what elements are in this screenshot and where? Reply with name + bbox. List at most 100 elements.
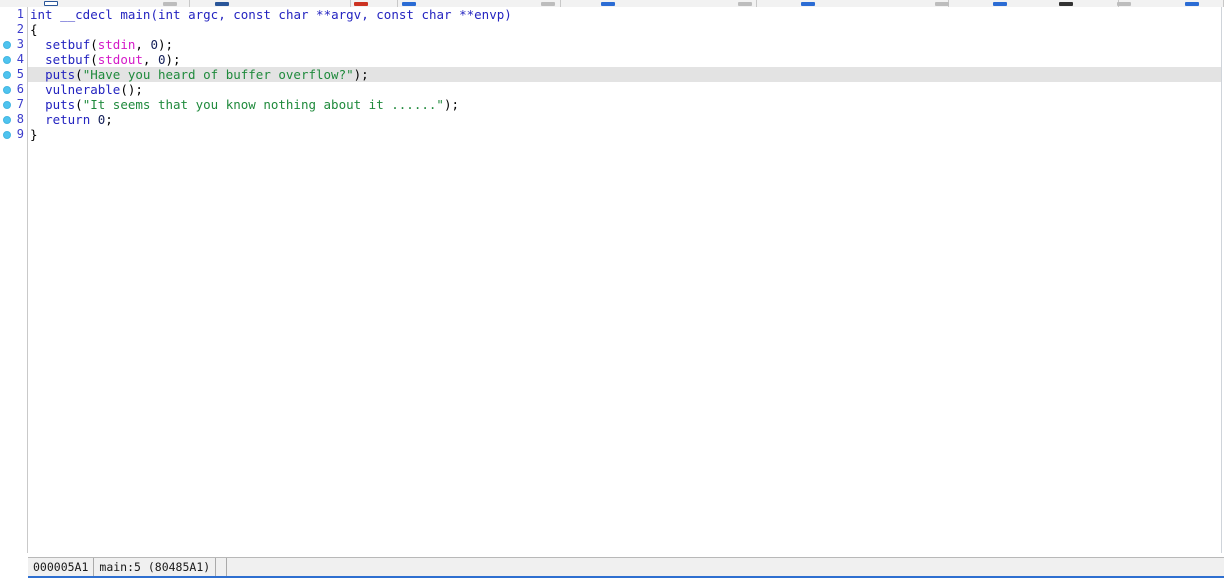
code-token: vulnerable xyxy=(45,82,121,97)
code-token: "Have you heard of buffer overflow?" xyxy=(82,67,354,82)
code-token: ( xyxy=(90,37,98,52)
code-surface[interactable]: int __cdecl main(int argc, const char **… xyxy=(28,7,1221,553)
code-line[interactable]: { xyxy=(28,22,1221,37)
code-token: , xyxy=(135,37,151,52)
code-token: ); xyxy=(165,52,181,67)
save-icon[interactable] xyxy=(163,2,177,6)
analysis-toolbar-group[interactable] xyxy=(949,0,1131,7)
code-token: stdin xyxy=(97,37,136,52)
gutter-row[interactable]: 8 xyxy=(0,112,27,127)
code-token: int xyxy=(157,7,181,22)
status-bar: 000005A1 main:5 (80485A1) xyxy=(0,553,1224,580)
code-token: "It seems that you know nothing about it… xyxy=(82,97,444,112)
code-token: puts xyxy=(45,97,76,112)
gutter-row[interactable]: 1 xyxy=(0,7,27,22)
code-line[interactable]: vulnerable(); xyxy=(28,82,1221,97)
list-view-icon[interactable] xyxy=(935,2,949,6)
code-token: ; xyxy=(105,112,113,127)
code-token: const xyxy=(233,7,271,22)
status-extra-cell xyxy=(216,558,228,576)
breakpoint-dot-icon[interactable] xyxy=(3,71,11,79)
code-line-current[interactable]: puts("Have you heard of buffer overflow?… xyxy=(28,67,1221,82)
graph-view-icon[interactable] xyxy=(801,2,815,6)
code-token: , xyxy=(361,7,377,22)
code-line[interactable]: setbuf(stdin, 0); xyxy=(28,37,1221,52)
code-token: char xyxy=(421,7,452,22)
code-token: , xyxy=(142,52,158,67)
code-line[interactable]: } xyxy=(28,127,1221,142)
code-token: , xyxy=(218,7,234,22)
line-number: 9 xyxy=(16,127,24,141)
code-token: stdout xyxy=(97,52,143,67)
plugin-icon[interactable] xyxy=(1185,2,1199,6)
view-toolbar-group[interactable] xyxy=(757,0,949,7)
code-token: ** xyxy=(451,7,475,22)
line-number-gutter[interactable]: 123456789 xyxy=(0,7,28,553)
gutter-row[interactable]: 7 xyxy=(0,97,27,112)
line-number: 2 xyxy=(16,22,24,36)
code-line[interactable]: int __cdecl main(int argc, const char **… xyxy=(28,7,1221,22)
code-line[interactable]: return 0; xyxy=(28,112,1221,127)
search-toolbar-group[interactable] xyxy=(351,0,398,7)
debug-toolbar-group[interactable] xyxy=(398,0,561,7)
status-offset: 000005A1 xyxy=(28,558,95,576)
run-icon[interactable] xyxy=(402,2,416,6)
file-toolbar-group[interactable] xyxy=(0,0,190,7)
code-token: argv xyxy=(331,7,362,22)
stop-icon[interactable] xyxy=(354,2,368,6)
gutter-row[interactable]: 9 xyxy=(0,127,27,142)
line-number: 1 xyxy=(16,7,24,21)
gutter-row[interactable]: 4 xyxy=(0,52,27,67)
code-token: setbuf xyxy=(45,37,91,52)
breakpoint-dot-icon[interactable] xyxy=(3,131,11,139)
back-arrow-icon[interactable] xyxy=(215,2,229,6)
pause-icon[interactable] xyxy=(541,2,555,6)
gutter-row[interactable]: 2 xyxy=(0,22,27,37)
code-line[interactable]: puts("It seems that you know nothing abo… xyxy=(28,97,1221,112)
breakpoint-dot-icon[interactable] xyxy=(3,101,11,109)
code-token: argc xyxy=(188,7,219,22)
code-token: ( xyxy=(75,67,83,82)
line-number: 4 xyxy=(16,52,24,66)
open-file-icon[interactable] xyxy=(44,1,58,6)
code-token: 0 xyxy=(157,52,166,67)
pseudocode-editor[interactable]: 123456789 int __cdecl main(int argc, con… xyxy=(0,7,1224,553)
line-number: 7 xyxy=(16,97,24,111)
breakpoint-icon[interactable] xyxy=(993,2,1007,6)
code-token: setbuf xyxy=(45,52,91,67)
code-token: ); xyxy=(443,97,459,112)
gutter-row[interactable]: 6 xyxy=(0,82,27,97)
breakpoint-dot-icon[interactable] xyxy=(3,56,11,64)
status-location: main:5 (80485A1) xyxy=(94,558,217,576)
cursor-icon[interactable] xyxy=(1059,2,1073,6)
line-number: 6 xyxy=(16,82,24,96)
step-over-icon[interactable] xyxy=(601,2,615,6)
line-number: 8 xyxy=(16,112,24,126)
code-token: ( xyxy=(75,97,83,112)
breakpoint-dot-icon[interactable] xyxy=(3,41,11,49)
breakpoint-dot-icon[interactable] xyxy=(3,116,11,124)
code-token: ( xyxy=(90,52,98,67)
navigation-toolbar-group[interactable] xyxy=(190,0,351,7)
step-into-icon[interactable] xyxy=(738,2,752,6)
step-toolbar-group[interactable] xyxy=(561,0,757,7)
gutter-row[interactable]: 5 xyxy=(0,67,27,82)
code-token: } xyxy=(30,127,38,142)
code-line[interactable]: setbuf(stdout, 0); xyxy=(28,52,1221,67)
code-token: (); xyxy=(120,82,143,97)
gutter-row[interactable]: 3 xyxy=(0,37,27,52)
code-token: envp xyxy=(474,7,505,22)
line-number: 3 xyxy=(16,37,24,51)
code-token: ); xyxy=(353,67,369,82)
breakpoint-dot-icon[interactable] xyxy=(3,86,11,94)
code-token: return xyxy=(45,112,91,127)
extras-toolbar-group[interactable] xyxy=(1119,0,1224,7)
code-token: ) xyxy=(504,7,512,22)
